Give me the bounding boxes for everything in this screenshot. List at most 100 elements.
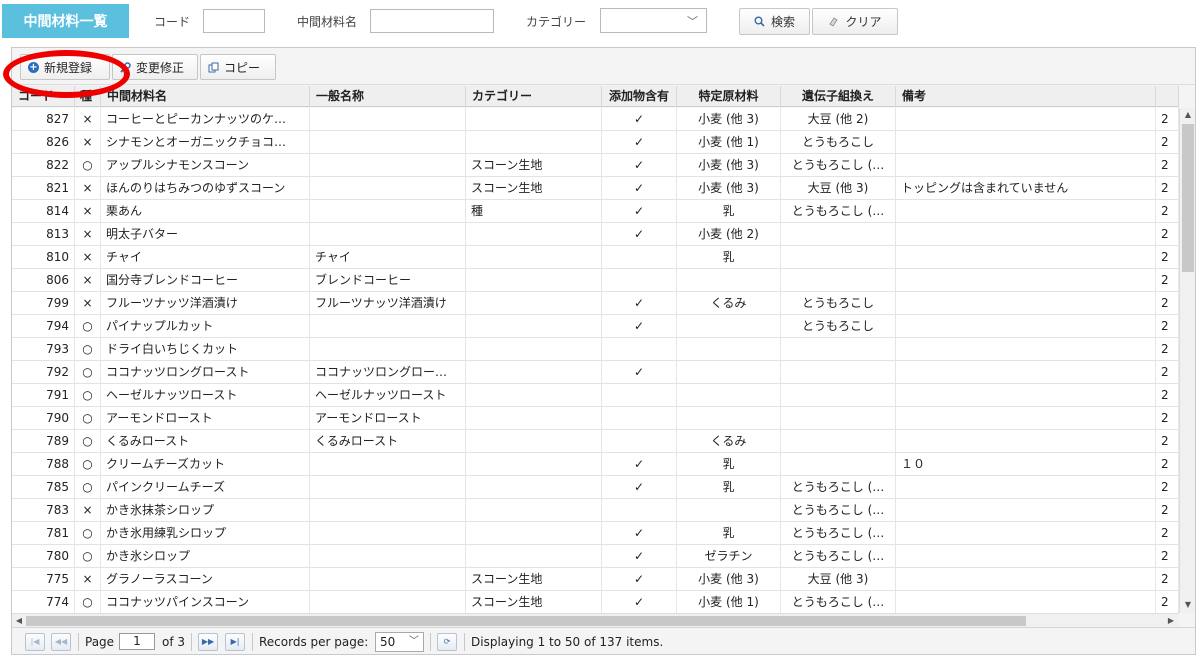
code-input[interactable] bbox=[203, 9, 265, 33]
table-row[interactable]: 813 × 明太子バター ✓ 小麦 (他 2) 2 bbox=[12, 223, 1179, 246]
scroll-right-icon[interactable]: ▶ bbox=[1164, 614, 1178, 628]
cell-note bbox=[896, 430, 1156, 453]
cell-additive: ✓ bbox=[602, 200, 677, 223]
table-row[interactable]: 822 ○ アップルシナモンスコーン スコーン生地 ✓ 小麦 (他 3) とうもろこし (…… bbox=[12, 154, 1179, 177]
cell-additive: ✓ bbox=[602, 453, 677, 476]
edit-button[interactable]: 変更修正 bbox=[112, 54, 198, 80]
table-row[interactable]: 810 × チャイ チャイ乳 2 bbox=[12, 246, 1179, 269]
cell-allergen: 小麦 (他 3) bbox=[677, 154, 781, 177]
table-row[interactable]: 788 ○ クリームチーズカット ✓ 乳 １０ 2 bbox=[12, 453, 1179, 476]
cell-name: パインクリームチーズ bbox=[101, 476, 310, 499]
copy-button[interactable]: コピー bbox=[200, 54, 276, 80]
table-row[interactable]: 794 ○ パイナップルカット ✓ とうもろこし 2 bbox=[12, 315, 1179, 338]
col-header-allergen[interactable]: 特定原材料 bbox=[677, 86, 781, 106]
cell-gmo: とうもろこし (… bbox=[781, 591, 896, 613]
col-header-extra[interactable] bbox=[1156, 86, 1179, 106]
cell-category bbox=[466, 453, 602, 476]
refresh-icon[interactable]: ⟳ bbox=[437, 633, 457, 651]
col-header-type[interactable]: 種 bbox=[75, 86, 101, 106]
records-per-page-select[interactable]: 50 ﹀ bbox=[375, 632, 424, 652]
cell-code: 826 bbox=[12, 131, 75, 154]
table-row[interactable]: 774 ○ ココナッツパインスコーン スコーン生地 ✓ 小麦 (他 1) とうもろこし (…… bbox=[12, 591, 1179, 613]
cell-category: スコーン生地 bbox=[466, 591, 602, 613]
prev-page-icon[interactable]: ◀◀ bbox=[51, 633, 71, 651]
clear-button[interactable]: クリア bbox=[812, 8, 898, 35]
table-row[interactable]: 781 ○ かき氷用練乳シロップ ✓ 乳とうもろこし (… 2 bbox=[12, 522, 1179, 545]
cell-allergen bbox=[677, 269, 781, 292]
table-row[interactable]: 785 ○ パインクリームチーズ ✓ 乳とうもろこし (… 2 bbox=[12, 476, 1179, 499]
cell-name: アーモンドロースト bbox=[101, 407, 310, 430]
clear-icon bbox=[829, 17, 839, 27]
cell-allergen bbox=[677, 361, 781, 384]
cell-category bbox=[466, 499, 602, 522]
cell-code: 799 bbox=[12, 292, 75, 315]
cell-type: ○ bbox=[75, 591, 101, 613]
table-row[interactable]: 780 ○ かき氷シロップ ✓ ゼラチン とうもろこし (… 2 bbox=[12, 545, 1179, 568]
table-row[interactable]: 799 × フルーツナッツ洋酒漬け フルーツナッツ洋酒漬け ✓ くるみ とうもろこし 2 bbox=[12, 292, 1179, 315]
new-button[interactable]: + 新規登録 bbox=[20, 54, 110, 80]
next-page-icon[interactable]: ▶▶ bbox=[198, 633, 218, 651]
col-header-general-name[interactable]: 一般名称 bbox=[310, 86, 466, 106]
table-row[interactable]: 789 ○ くるみロースト くるみロースト くるみ 2 bbox=[12, 430, 1179, 453]
cell-note: トッピングは含まれていません bbox=[896, 177, 1156, 200]
table-row[interactable]: 783 × かき氷抹茶シロップ とうもろこし (… 2 bbox=[12, 499, 1179, 522]
table-row[interactable]: 821 × ほんのりはちみつのゆずスコーン スコーン生地 ✓ 小麦 (他 3) 大豆 (他 … bbox=[12, 177, 1179, 200]
vertical-scroll-thumb[interactable] bbox=[1182, 124, 1194, 272]
table-row[interactable]: 791 ○ ヘーゼルナッツロースト ヘーゼルナッツロースト 2 bbox=[12, 384, 1179, 407]
pager-divider bbox=[430, 633, 431, 651]
page-number-input[interactable]: 1 bbox=[119, 633, 155, 650]
grid-toolbar: + 新規登録 変更修正 コピー bbox=[12, 48, 1195, 85]
cell-name: チャイ bbox=[101, 246, 310, 269]
cell-general-name: くるみロースト bbox=[310, 430, 466, 453]
cell-name: くるみロースト bbox=[101, 430, 310, 453]
table-row[interactable]: 775 × グラノーラスコーン スコーン生地 ✓ 小麦 (他 3) 大豆 (他 3) 2 bbox=[12, 568, 1179, 591]
vertical-scrollbar[interactable]: ▲ ▼ bbox=[1179, 108, 1195, 613]
add-icon: + bbox=[28, 61, 39, 73]
cell-note bbox=[896, 407, 1156, 430]
cell-extra: 2 bbox=[1156, 154, 1179, 177]
cell-code: 775 bbox=[12, 568, 75, 591]
col-header-code[interactable]: コード bbox=[12, 86, 75, 106]
col-header-additive[interactable]: 添加物含有 bbox=[602, 86, 677, 106]
col-header-name[interactable]: 中間材料名 bbox=[101, 86, 310, 106]
cell-extra: 2 bbox=[1156, 591, 1179, 613]
horizontal-scroll-thumb[interactable] bbox=[26, 616, 1026, 626]
table-row[interactable]: 792 ○ ココナッツロングロースト ココナッツロングロー… ✓ 2 bbox=[12, 361, 1179, 384]
category-select[interactable]: ﹀ bbox=[600, 8, 707, 33]
cell-gmo: とうもろこし (… bbox=[781, 522, 896, 545]
name-input[interactable] bbox=[370, 9, 494, 33]
page-title: 中間材料一覧 bbox=[2, 4, 129, 38]
table-row[interactable]: 806 × 国分寺ブレンドコーヒー ブレンドコーヒー 2 bbox=[12, 269, 1179, 292]
cell-category bbox=[466, 430, 602, 453]
records-per-page-label: Records per page: bbox=[259, 635, 369, 649]
cell-code: 794 bbox=[12, 315, 75, 338]
table-row[interactable]: 790 ○ アーモンドロースト アーモンドロースト 2 bbox=[12, 407, 1179, 430]
cell-allergen: 小麦 (他 1) bbox=[677, 131, 781, 154]
cell-additive bbox=[602, 499, 677, 522]
cell-code: 774 bbox=[12, 591, 75, 613]
table-row[interactable]: 814 × 栗あん 種 ✓ 乳とうもろこし (… 2 bbox=[12, 200, 1179, 223]
table-row[interactable]: 826 × シナモンとオーガニックチョコ… ✓ 小麦 (他 1) とうもろこし 2 bbox=[12, 131, 1179, 154]
table-row[interactable]: 827 × コーヒーとピーカンナッツのケ… ✓ 小麦 (他 3) 大豆 (他 2) 2 bbox=[12, 108, 1179, 131]
search-icon bbox=[754, 16, 765, 27]
edit-label: 変更修正 bbox=[136, 60, 185, 75]
cell-general-name bbox=[310, 108, 466, 131]
search-button[interactable]: 検索 bbox=[739, 8, 810, 35]
col-header-note[interactable]: 備考 bbox=[896, 86, 1156, 106]
cell-category bbox=[466, 338, 602, 361]
horizontal-scrollbar[interactable]: ◀ ▶ bbox=[12, 613, 1179, 627]
last-page-icon[interactable]: ▶| bbox=[225, 633, 245, 651]
cell-note bbox=[896, 522, 1156, 545]
col-header-category[interactable]: カテゴリー bbox=[466, 86, 602, 106]
scroll-left-icon[interactable]: ◀ bbox=[12, 614, 26, 628]
records-per-page-value: 50 bbox=[380, 635, 396, 649]
cell-additive: ✓ bbox=[602, 154, 677, 177]
scroll-down-icon[interactable]: ▼ bbox=[1180, 598, 1196, 612]
first-page-icon[interactable]: |◀ bbox=[25, 633, 45, 651]
cell-general-name bbox=[310, 154, 466, 177]
col-header-gmo[interactable]: 遺伝子組換え bbox=[781, 86, 896, 106]
cell-name: 栗あん bbox=[101, 200, 310, 223]
table-row[interactable]: 793 ○ ドライ白いちじくカット 2 bbox=[12, 338, 1179, 361]
cell-gmo bbox=[781, 384, 896, 407]
scroll-up-icon[interactable]: ▲ bbox=[1180, 108, 1196, 122]
